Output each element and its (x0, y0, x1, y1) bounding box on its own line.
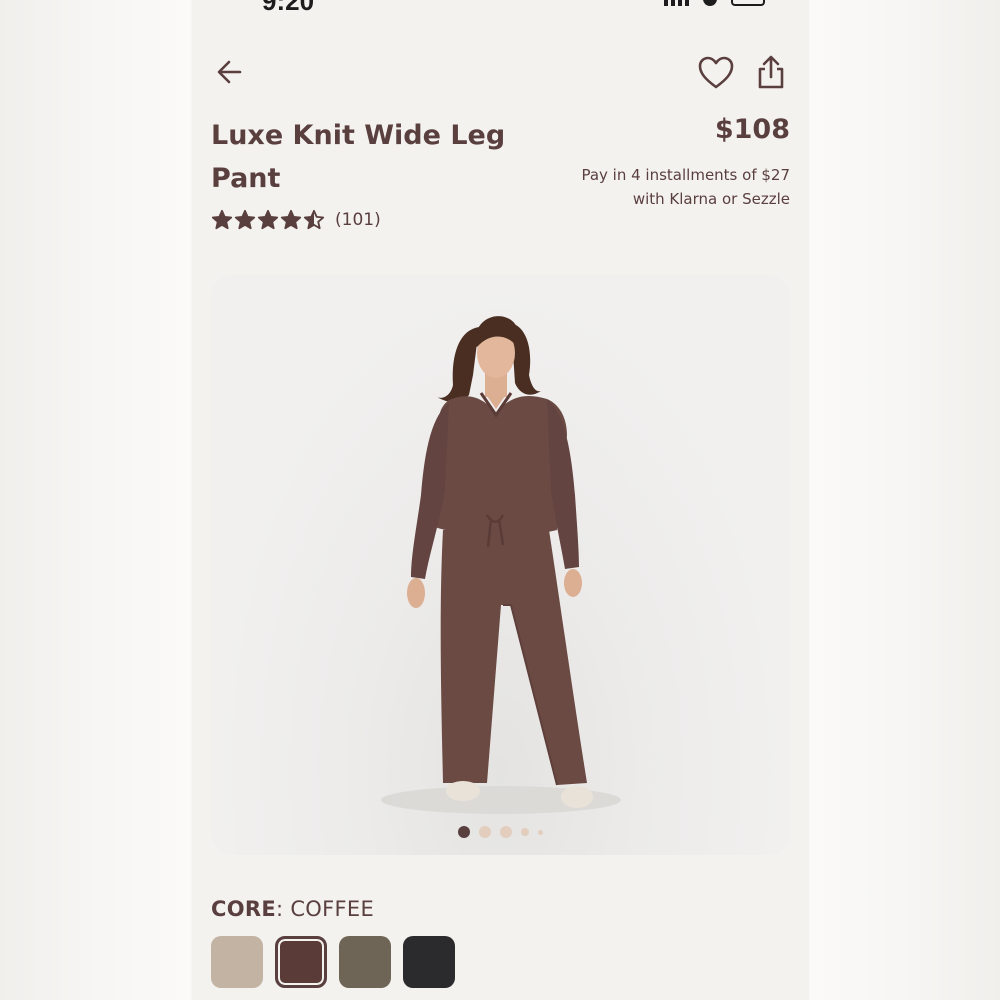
swatch-coffee[interactable] (275, 936, 327, 988)
installments-line-1: Pay in 4 installments of $27 (581, 166, 790, 184)
color-name: COFFEE (290, 897, 375, 921)
carousel-dot[interactable] (479, 826, 491, 838)
star-icon (211, 209, 233, 230)
carousel-dot[interactable] (458, 826, 470, 838)
signal-icon (664, 0, 689, 6)
star-icon (280, 209, 302, 230)
product-screen: 9:20 Luxe Knit Wide Leg Pant $108 Pay in… (192, 0, 809, 1000)
star-icon (257, 209, 279, 230)
swatch-olive-taupe[interactable] (339, 936, 391, 988)
installments-info: Pay in 4 installments of $27 with Klarna… (510, 163, 790, 211)
favorite-button[interactable] (697, 55, 735, 91)
installments-line-2: with Klarna or Sezzle (632, 190, 790, 208)
rating[interactable]: (101) (211, 209, 381, 231)
back-button[interactable] (214, 56, 246, 88)
share-button[interactable] (755, 53, 787, 91)
color-collection: CORE (211, 897, 276, 921)
product-price: $108 (714, 114, 790, 145)
product-image-carousel[interactable] (211, 275, 790, 855)
carousel-dots (211, 826, 790, 838)
color-swatches (211, 936, 455, 988)
color-separator: : (275, 897, 291, 921)
carousel-dot[interactable] (538, 829, 543, 835)
battery-icon (731, 0, 765, 6)
swatch-beige[interactable] (211, 936, 263, 988)
star-icon (234, 209, 256, 230)
rating-stars (211, 209, 325, 231)
carousel-dot[interactable] (521, 828, 529, 836)
carousel-dot[interactable] (500, 826, 512, 838)
back-arrow-icon (217, 60, 242, 84)
share-icon (758, 55, 784, 89)
product-title: Luxe Knit Wide Leg Pant (211, 120, 506, 194)
swatch-black[interactable] (403, 936, 455, 988)
wifi-icon (703, 0, 717, 6)
color-label: CORE: COFFEE (211, 897, 374, 921)
half-star-icon (303, 209, 325, 230)
status-time: 9:20 (262, 0, 315, 16)
product-photo (381, 316, 621, 814)
review-count[interactable]: (101) (335, 210, 381, 230)
status-icons (664, 0, 765, 6)
heart-icon (698, 56, 734, 89)
